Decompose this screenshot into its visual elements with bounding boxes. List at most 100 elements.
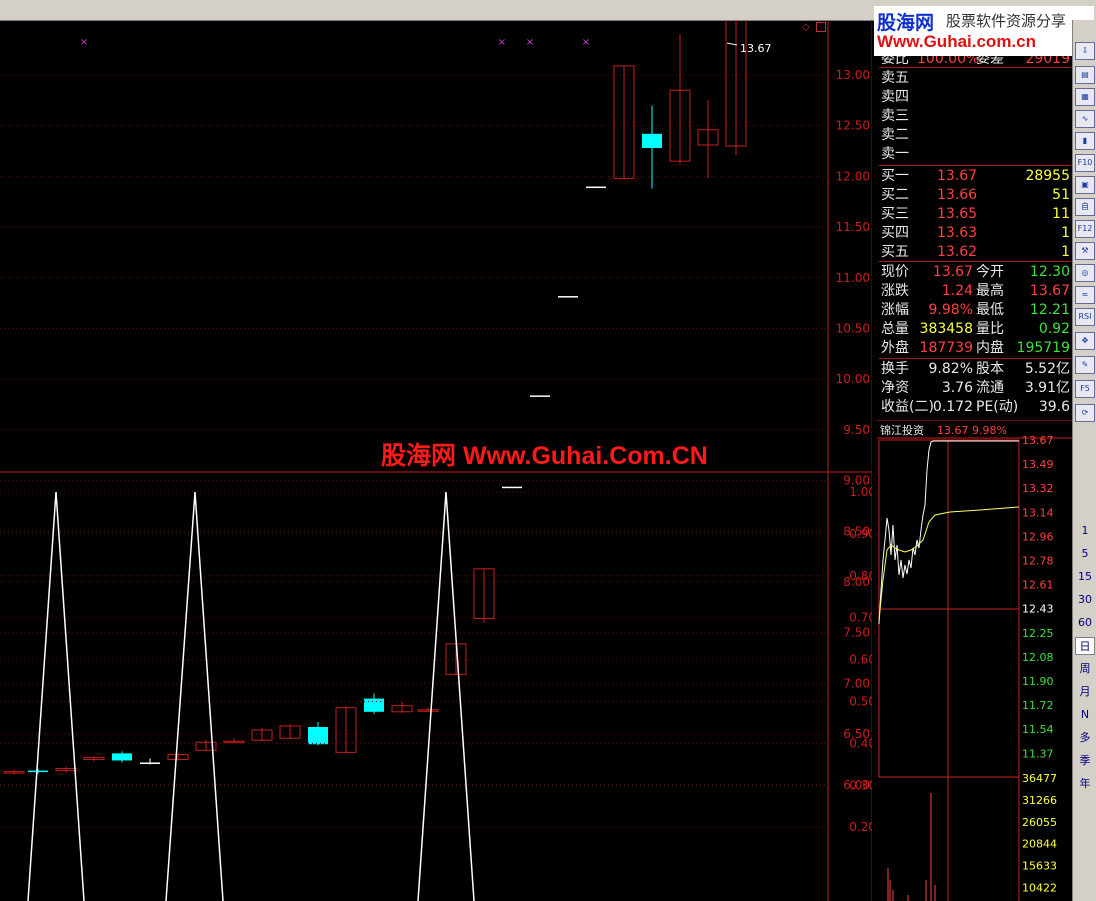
stat-value: 3.76 bbox=[941, 380, 973, 396]
buy-level-label: 买五 bbox=[881, 244, 909, 260]
buy-level-label: 买三 bbox=[881, 206, 909, 222]
table-icon[interactable]: ▦ bbox=[1075, 88, 1095, 106]
stat-value: 9.98% bbox=[928, 302, 973, 318]
stat-label: 现价 bbox=[881, 264, 909, 280]
refresh-icon[interactable]: ⟳ bbox=[1075, 404, 1095, 422]
f5-icon[interactable]: F5 bbox=[1075, 380, 1095, 398]
candle-body bbox=[530, 395, 550, 397]
logo-url: Www.Guhai.com.cn bbox=[877, 32, 1036, 51]
buy-level-volume: 1 bbox=[1061, 225, 1070, 241]
buy-level-price: 13.66 bbox=[937, 187, 978, 203]
sell-level-label: 卖一 bbox=[881, 146, 909, 162]
doc-icon[interactable]: ▤ bbox=[1075, 66, 1095, 84]
indicator-y-tick: 0.30 bbox=[849, 778, 872, 792]
y-tick-label: 12.50 bbox=[836, 119, 870, 133]
period-button[interactable]: 年 bbox=[1075, 775, 1095, 793]
candle-body bbox=[558, 296, 578, 298]
period-button[interactable]: N bbox=[1075, 706, 1095, 724]
period-button[interactable]: 1 bbox=[1075, 522, 1095, 540]
intraday-price-tick: 12.25 bbox=[1022, 627, 1054, 640]
f12-icon[interactable]: F12 bbox=[1075, 220, 1095, 238]
sell-level-label: 卖二 bbox=[881, 127, 909, 143]
rsi-icon[interactable]: RSI bbox=[1075, 308, 1095, 326]
y-tick-label: 10.50 bbox=[836, 322, 870, 336]
diamond-icon[interactable]: ◇ bbox=[802, 22, 810, 33]
indicator-y-tick: 1.00 bbox=[849, 485, 872, 499]
period-button[interactable]: 60 bbox=[1075, 614, 1095, 632]
candle-icon[interactable]: ▮ bbox=[1075, 132, 1095, 150]
candle-body bbox=[364, 698, 384, 712]
candle-body bbox=[28, 770, 48, 773]
stat-label: 最低 bbox=[976, 302, 1004, 318]
buy-level-volume: 51 bbox=[1052, 187, 1070, 203]
intraday-price-tick: 11.72 bbox=[1022, 699, 1054, 712]
restore-icon[interactable] bbox=[816, 22, 826, 32]
stat-label: 最高 bbox=[976, 283, 1004, 299]
signal-marker: × bbox=[80, 37, 88, 48]
buy-level-price: 13.62 bbox=[937, 244, 978, 260]
cube-icon[interactable]: ▣ bbox=[1075, 176, 1095, 194]
y-tick-label: 9.50 bbox=[843, 423, 870, 437]
sell-level-label: 卖三 bbox=[881, 108, 909, 124]
intraday-price-tick: 13.49 bbox=[1022, 458, 1054, 471]
buy-level-volume: 28955 bbox=[1025, 168, 1070, 184]
intraday-chart[interactable]: 锦江投资 13.67 9.98%13.6713.4913.3213.1412.961… bbox=[877, 420, 1072, 901]
wave-icon[interactable]: ≈ bbox=[1075, 286, 1095, 304]
buy-level-volume: 1 bbox=[1061, 244, 1070, 260]
y-tick-label: 11.50 bbox=[836, 220, 870, 234]
period-button[interactable]: 季 bbox=[1075, 752, 1095, 770]
stat-label: 内盘 bbox=[976, 340, 1004, 356]
indicator-line bbox=[27, 491, 475, 901]
stat-value: 13.67 bbox=[932, 264, 973, 280]
f10-icon[interactable]: F10 bbox=[1075, 154, 1095, 172]
tools-icon[interactable]: ⚒ bbox=[1075, 242, 1095, 260]
stat-value: 5.52亿 bbox=[1024, 361, 1070, 377]
intraday-price-tick: 12.78 bbox=[1022, 555, 1054, 568]
period-button[interactable]: 月 bbox=[1075, 683, 1095, 701]
arrow-down-icon[interactable]: ⇩ bbox=[1075, 42, 1095, 60]
y-tick-label: 10.00 bbox=[836, 372, 870, 386]
move-icon[interactable]: ✥ bbox=[1075, 332, 1095, 350]
period-button[interactable]: 周 bbox=[1075, 660, 1095, 678]
intraday-price: 13.67 bbox=[937, 424, 969, 437]
period-button[interactable]: 日 bbox=[1075, 637, 1095, 655]
period-button[interactable]: 30 bbox=[1075, 591, 1095, 609]
section-divider bbox=[879, 165, 1071, 166]
stat-label: 外盘 bbox=[881, 340, 909, 356]
section-divider bbox=[879, 358, 1071, 359]
pen-icon[interactable]: ✎ bbox=[1075, 356, 1095, 374]
stat-value: 9.82% bbox=[928, 361, 973, 377]
y-tick-label: 11.00 bbox=[836, 271, 870, 285]
period-button[interactable]: 5 bbox=[1075, 545, 1095, 563]
period-button[interactable]: 多 bbox=[1075, 729, 1095, 747]
y-tick-label: 12.00 bbox=[836, 169, 870, 183]
indicator-y-tick: 0.50 bbox=[849, 695, 872, 709]
stat-label: 总量 bbox=[881, 321, 909, 337]
indicator-y-tick: 0.20 bbox=[849, 820, 872, 834]
info-icon[interactable]: ◎ bbox=[1075, 264, 1095, 282]
candle-body bbox=[140, 762, 160, 764]
intraday-price-tick: 13.32 bbox=[1022, 482, 1054, 495]
buy-level-label: 买一 bbox=[881, 168, 909, 184]
line-icon[interactable]: ∿ bbox=[1075, 110, 1095, 128]
period-button[interactable]: 15 bbox=[1075, 568, 1095, 586]
self-icon[interactable]: 自 bbox=[1075, 198, 1095, 216]
intraday-price-tick: 11.37 bbox=[1022, 747, 1054, 760]
chart-window-controls[interactable]: ◇ bbox=[802, 22, 828, 34]
section-divider bbox=[879, 261, 1071, 262]
intraday-price-tick: 13.14 bbox=[1022, 506, 1054, 519]
indicator-y-tick: 0.40 bbox=[849, 736, 872, 750]
quote-panel: 委比 100.00% 委差 29019 卖五 卖四 卖三 卖二 卖一 买一 13.67 28955 买二… bbox=[879, 20, 1071, 436]
guhai-logo: 股海网 股票软件资源分享 Www.Guhai.com.cn bbox=[874, 6, 1094, 56]
intraday-price-tick: 11.90 bbox=[1022, 675, 1054, 688]
intraday-volume-tick: 36477 bbox=[1022, 772, 1057, 785]
candle-body bbox=[586, 186, 606, 189]
buy-level-price: 13.63 bbox=[937, 225, 978, 241]
intraday-volume-tick: 26055 bbox=[1022, 816, 1057, 829]
stat-label: 净资 bbox=[881, 380, 909, 396]
y-tick-label: 7.00 bbox=[843, 676, 870, 690]
stat-value: 1.24 bbox=[941, 283, 973, 299]
buy-level-label: 买四 bbox=[881, 225, 909, 241]
stat-value: 383458 bbox=[919, 321, 973, 337]
stat-value: 0.92 bbox=[1038, 321, 1070, 337]
